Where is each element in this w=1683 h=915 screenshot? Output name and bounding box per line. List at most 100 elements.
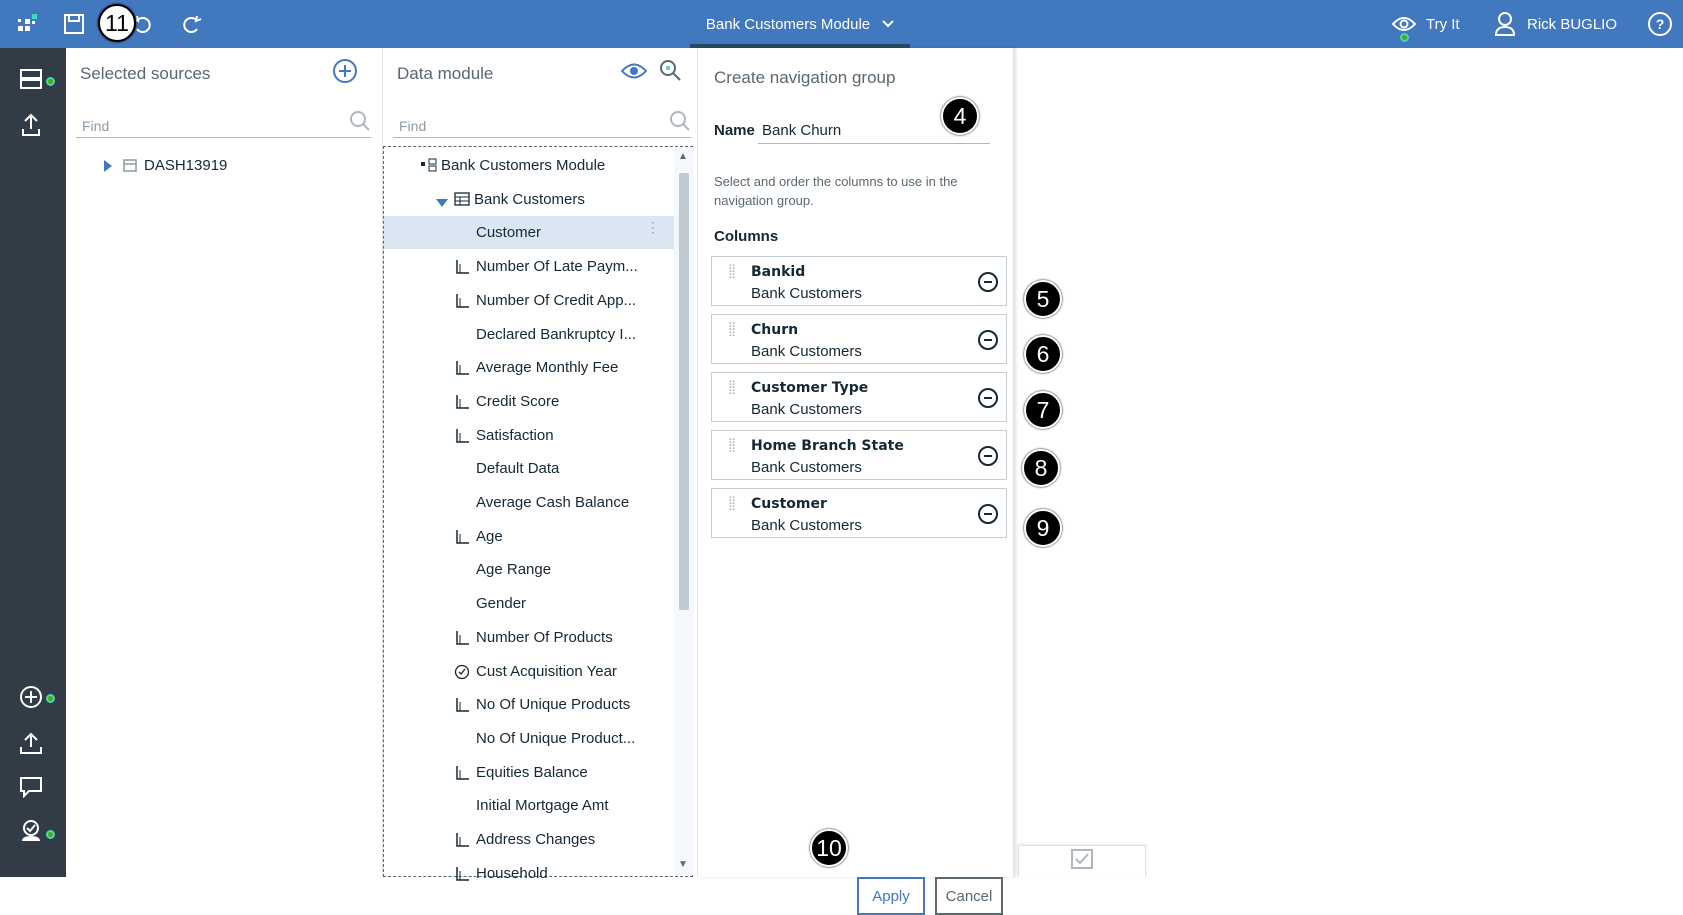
column-source: Bank Customers: [751, 285, 862, 302]
clock-icon: [454, 664, 470, 680]
callout-marker-11: 11: [98, 4, 136, 42]
module-title-dropdown[interactable]: Bank Customers Module: [690, 0, 910, 48]
overflow-menu-icon[interactable]: ⋮: [646, 220, 660, 234]
tree-column-item[interactable]: Address Changes: [384, 823, 674, 856]
search-icon: [669, 110, 690, 131]
scroll-down-icon[interactable]: ▼: [678, 859, 688, 870]
tree-column-item[interactable]: No Of Unique Products: [384, 688, 674, 721]
callout-marker-5: 5: [1024, 280, 1062, 318]
add-source-icon[interactable]: [332, 58, 358, 84]
tree-module-node[interactable]: Bank Customers Module: [384, 149, 674, 182]
caret-down-icon[interactable]: [435, 195, 449, 212]
column-card[interactable]: ⠿ ⠿ Home Branch State Bank Customers: [711, 430, 1007, 480]
tree-column-item[interactable]: Age: [384, 520, 674, 553]
column-card[interactable]: ⠿ ⠿ Customer Bank Customers: [711, 488, 1007, 538]
measure-icon: [454, 765, 470, 781]
tree-view[interactable]: Bank Customers Module Bank Customers Custo…: [383, 146, 694, 882]
column-source: Bank Customers: [751, 401, 862, 418]
try-it-label: Try It: [1426, 15, 1460, 33]
sources-search-input[interactable]: Find: [76, 108, 371, 138]
status-dot: [46, 830, 55, 839]
tree-column-item[interactable]: Number Of Products: [384, 621, 674, 654]
help-icon[interactable]: ?: [1648, 12, 1672, 36]
user-menu[interactable]: Rick BUGLIO: [1495, 0, 1617, 48]
panel-title: Data module: [397, 64, 494, 83]
tree-column-item[interactable]: Satisfaction: [384, 419, 674, 452]
relationships-icon[interactable]: [18, 112, 44, 138]
measure-icon: [454, 866, 470, 882]
tree-item-label: Initial Mortgage Amt: [476, 797, 609, 815]
measure-icon: [454, 293, 470, 309]
navigation-group-description: Select and order the columns to use in t…: [714, 174, 958, 208]
remove-column-icon[interactable]: [978, 272, 998, 292]
status-dot: [46, 77, 55, 86]
callout-marker-8: 8: [1022, 449, 1060, 487]
column-source: Bank Customers: [751, 517, 862, 534]
scroll-up-icon[interactable]: ▲: [678, 151, 688, 162]
tree-item-label: Gender: [476, 595, 527, 613]
search-relationships-icon[interactable]: [658, 58, 682, 87]
remove-column-icon[interactable]: [978, 446, 998, 466]
tree-column-item[interactable]: Equities Balance: [384, 756, 674, 789]
column-source: Bank Customers: [751, 459, 862, 476]
column-card[interactable]: ⠿ ⠿ Bankid Bank Customers: [711, 256, 1007, 306]
tree-column-item[interactable]: Number Of Credit App...: [384, 284, 674, 317]
remove-column-icon[interactable]: [978, 388, 998, 408]
tree-column-item[interactable]: No Of Unique Product...: [384, 722, 674, 755]
caret-right-icon[interactable]: [103, 159, 113, 177]
redo-icon[interactable]: [178, 10, 206, 38]
validate-icon[interactable]: [18, 818, 44, 844]
drag-handle-icon[interactable]: ⠿ ⠿: [728, 323, 737, 340]
panel-title: Create navigation group: [714, 68, 896, 87]
scrollbar-thumb[interactable]: [679, 173, 689, 610]
drag-handle-icon[interactable]: ⠿ ⠿: [728, 497, 737, 514]
tree-column-item[interactable]: Household: [384, 857, 674, 890]
data-server-icon[interactable]: [18, 66, 44, 92]
datamodule-search-input[interactable]: Find: [393, 108, 691, 138]
app-logo-icon[interactable]: [14, 10, 42, 38]
upload-icon[interactable]: [18, 730, 44, 756]
validation-tray[interactable]: [1018, 845, 1146, 877]
tree-column-item[interactable]: Average Monthly Fee: [384, 351, 674, 384]
callout-marker-10: 10: [810, 829, 848, 867]
comment-icon[interactable]: [18, 774, 44, 800]
tree-item-label: Bank Customers: [474, 190, 585, 208]
tree-column-item[interactable]: Number Of Late Paym...: [384, 250, 674, 283]
save-icon[interactable]: [60, 10, 88, 38]
tree-column-item[interactable]: Default Data: [384, 452, 674, 485]
panel-title: Selected sources: [80, 64, 211, 83]
scrollbar[interactable]: ▲ ▼: [674, 147, 694, 875]
tree-column-item[interactable]: Customer ⋮: [384, 216, 674, 250]
source-item[interactable]: DASH13919: [66, 149, 356, 182]
column-name: Customer: [751, 496, 827, 512]
drag-handle-icon[interactable]: ⠿ ⠿: [728, 265, 737, 282]
callout-marker-6: 6: [1024, 335, 1062, 373]
tree-item-label: Household: [476, 864, 548, 882]
search-placeholder: Find: [399, 118, 427, 134]
column-card[interactable]: ⠿ ⠿ Customer Type Bank Customers: [711, 372, 1007, 422]
navigation-group-panel: Create navigation group Name Bank Churn …: [698, 48, 1014, 915]
tree-column-item[interactable]: Declared Bankruptcy I...: [384, 318, 674, 351]
eye-icon[interactable]: [620, 62, 648, 85]
add-icon[interactable]: [18, 684, 44, 710]
remove-column-icon[interactable]: [978, 504, 998, 524]
column-name: Customer Type: [751, 380, 869, 396]
tree-item-label: No Of Unique Products: [476, 696, 631, 714]
tree-column-item[interactable]: Initial Mortgage Amt: [384, 789, 674, 822]
tree-column-item[interactable]: Credit Score: [384, 385, 674, 418]
tree-table-node[interactable]: Bank Customers: [384, 183, 674, 216]
tree-column-item[interactable]: Age Range: [384, 553, 674, 586]
columns-label: Columns: [714, 228, 779, 245]
tree-column-item[interactable]: Gender: [384, 587, 674, 620]
drag-handle-icon[interactable]: ⠿ ⠿: [728, 439, 737, 456]
callout-marker-7: 7: [1024, 391, 1062, 429]
tree-column-item[interactable]: Average Cash Balance: [384, 486, 674, 519]
column-card[interactable]: ⠿ ⠿ Churn Bank Customers: [711, 314, 1007, 364]
drag-handle-icon[interactable]: ⠿ ⠿: [728, 381, 737, 398]
user-name: Rick BUGLIO: [1527, 15, 1618, 33]
cancel-button[interactable]: Cancel: [935, 877, 1003, 915]
tree-column-item[interactable]: Cust Acquisition Year: [384, 655, 674, 688]
remove-column-icon[interactable]: [978, 330, 998, 350]
apply-button[interactable]: Apply: [857, 877, 925, 915]
tree-item-label: No Of Unique Product...: [476, 729, 636, 747]
